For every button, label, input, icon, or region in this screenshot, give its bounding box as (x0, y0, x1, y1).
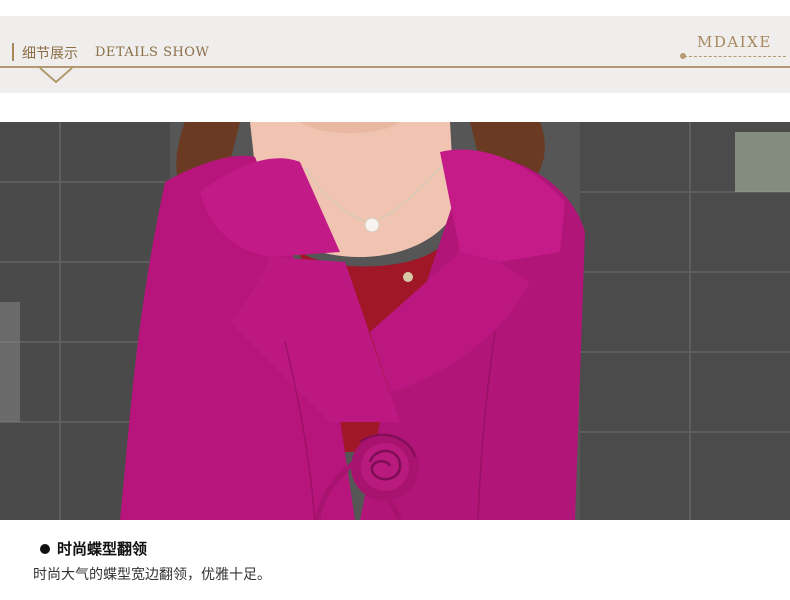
brand-name: MDAIXE (697, 33, 772, 51)
caption-body: 时尚大气的蝶型宽边翻领，优雅十足。 (33, 567, 271, 583)
coat-collar-illustration (0, 122, 790, 520)
header-divider-line (0, 66, 790, 68)
brand-dashed-line (684, 56, 786, 57)
section-title-cn: 细节展示 (22, 46, 78, 62)
caption-bullet (40, 544, 50, 554)
product-detail-photo (0, 122, 790, 520)
chevron-down-icon (39, 68, 73, 84)
section-title-en: DETAILS SHOW (95, 45, 210, 60)
title-bar-mark (12, 43, 14, 61)
caption-title: 时尚蝶型翻领 (57, 540, 148, 558)
